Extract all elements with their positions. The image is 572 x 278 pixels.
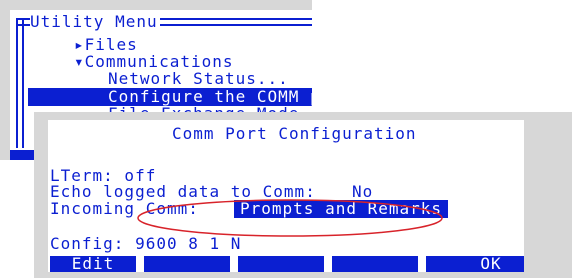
annotation-ellipse	[137, 199, 443, 237]
dialog-title: Comm Port Configuration	[172, 124, 417, 143]
fkey-ok[interactable]: OK	[458, 256, 524, 272]
fkey-2[interactable]	[144, 256, 230, 272]
fkey-4[interactable]	[332, 256, 418, 272]
menu-double-border-left	[16, 18, 24, 148]
menu-title: Utility Menu	[30, 12, 160, 31]
annotation-ellipse-shape	[137, 199, 443, 237]
fkey-edit[interactable]: Edit	[50, 256, 136, 272]
fkey-3[interactable]	[238, 256, 324, 272]
